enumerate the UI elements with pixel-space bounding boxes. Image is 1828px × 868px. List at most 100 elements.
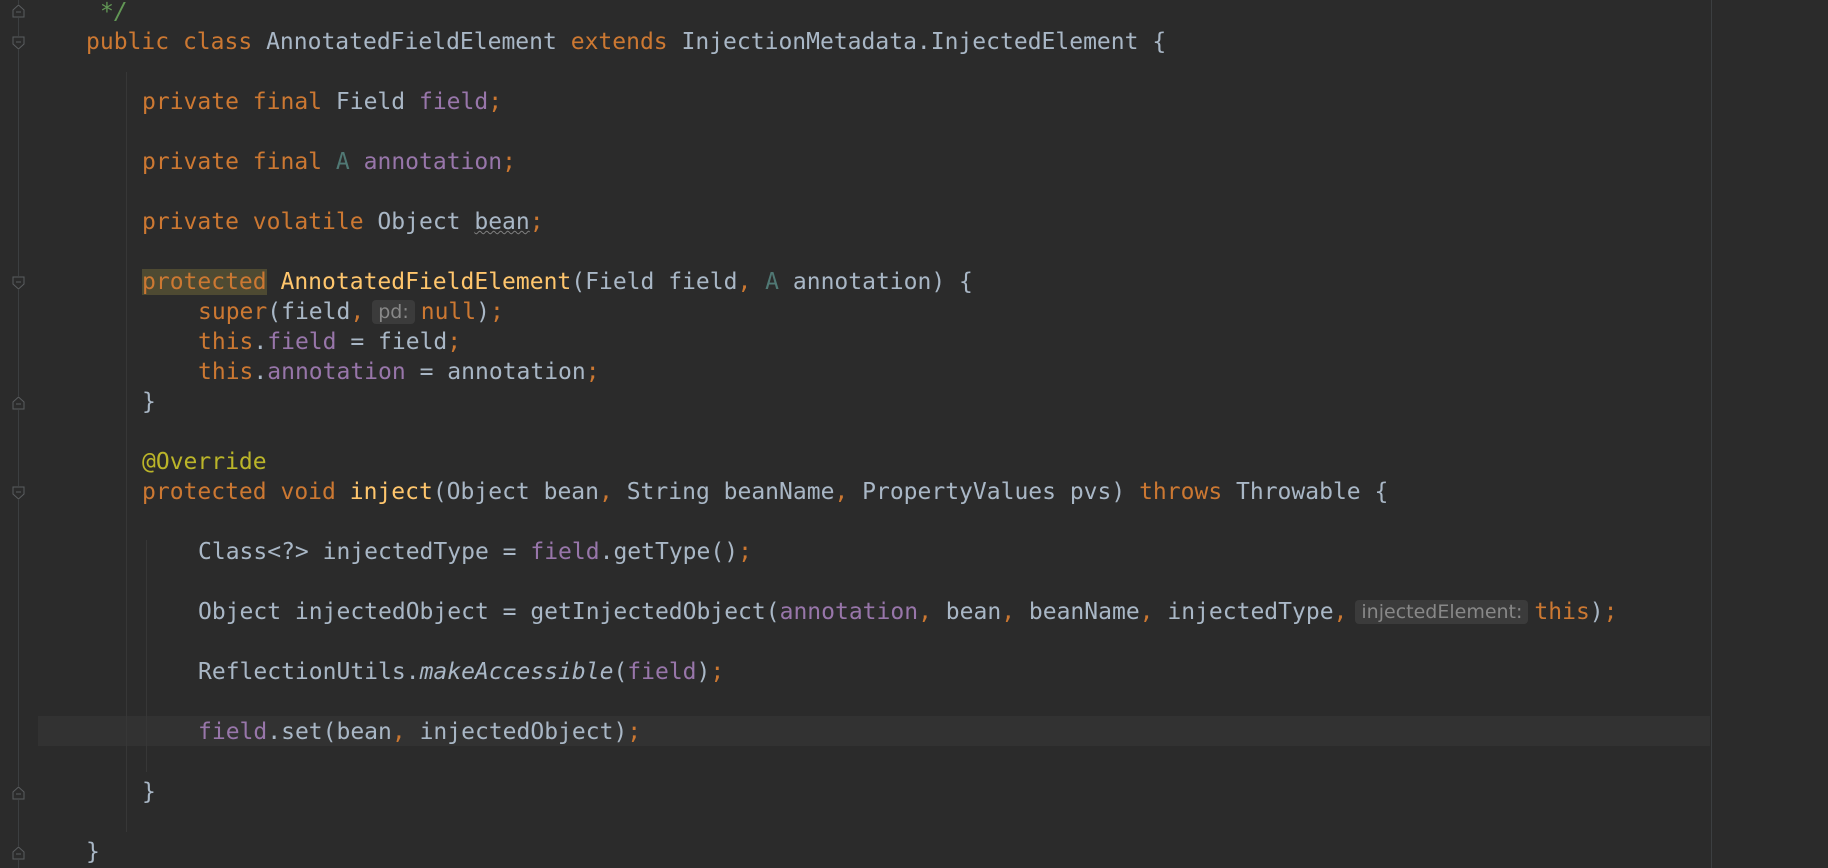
code-token: , bbox=[834, 479, 849, 505]
parameter-hint: pd: bbox=[372, 300, 415, 324]
code-token: , bbox=[737, 269, 752, 295]
code-token: ; bbox=[488, 89, 503, 115]
code-token: . bbox=[253, 329, 268, 355]
code-token: this bbox=[198, 329, 254, 355]
code-token: volatile bbox=[252, 209, 364, 235]
code-token: Throwable { bbox=[1222, 479, 1389, 505]
code-token: null bbox=[420, 299, 477, 325]
code-token: , bbox=[1001, 599, 1016, 625]
code-token: InjectionMetadata.InjectedElement { bbox=[681, 29, 1167, 55]
code-token: ; bbox=[489, 299, 504, 325]
code-token: Object injectedObject = getInjectedObjec… bbox=[198, 599, 780, 625]
line-field-set: field.set(bean, injectedObject); bbox=[198, 717, 641, 747]
code-token: final bbox=[252, 149, 323, 175]
code-token: field bbox=[418, 89, 489, 115]
code-token: ; bbox=[447, 329, 462, 355]
parameter-hint: injectedElement: bbox=[1355, 600, 1529, 624]
code-token: } bbox=[142, 779, 156, 805]
line-comment-end: */ bbox=[100, 0, 128, 27]
line-injected-object: Object injectedObject = getInjectedObjec… bbox=[198, 597, 1618, 627]
fold-start-icon[interactable] bbox=[12, 486, 25, 500]
line-make-accessible: ReflectionUtils.makeAccessible(field); bbox=[198, 657, 724, 687]
line-field-bean: private volatile Object bean; bbox=[142, 207, 544, 237]
fold-end-icon[interactable] bbox=[12, 846, 25, 860]
code-token: ) bbox=[476, 299, 490, 325]
code-token: protected bbox=[142, 269, 267, 295]
code-token: , bbox=[391, 719, 406, 745]
line-super-call: super(field, pd: null); bbox=[198, 297, 504, 327]
code-token: ; bbox=[710, 659, 725, 685]
code-token: final bbox=[252, 89, 323, 115]
code-token: annotation bbox=[363, 149, 503, 175]
code-token: beanName bbox=[1015, 599, 1140, 625]
fold-start-icon[interactable] bbox=[12, 276, 25, 290]
fold-end-icon[interactable] bbox=[12, 786, 25, 800]
fold-start-icon[interactable] bbox=[12, 36, 25, 50]
code-token: (Field field bbox=[571, 269, 738, 295]
code-token: , bbox=[350, 299, 365, 325]
code-token: ; bbox=[529, 209, 544, 235]
code-token: , bbox=[1333, 599, 1348, 625]
code-token: Field bbox=[322, 89, 419, 115]
code-token: Object bbox=[363, 209, 475, 235]
code-token: super bbox=[198, 299, 268, 325]
code-token: = field bbox=[336, 329, 448, 355]
code-token: } bbox=[86, 839, 100, 865]
code-area[interactable]: */ public class AnnotatedFieldElement ex… bbox=[0, 0, 1710, 868]
code-token: ) bbox=[1589, 599, 1604, 625]
line-constructor-decl: protected AnnotatedFieldElement(Field fi… bbox=[142, 267, 973, 297]
code-token: protected bbox=[142, 479, 267, 505]
right-margin-guide bbox=[1711, 0, 1712, 868]
code-token: annotation bbox=[267, 359, 406, 385]
code-token: AnnotatedFieldElement bbox=[280, 269, 572, 295]
code-token: ) bbox=[696, 659, 711, 685]
line-field-annotation: private final A annotation; bbox=[142, 147, 516, 177]
code-editor[interactable]: */ public class AnnotatedFieldElement ex… bbox=[0, 0, 1828, 868]
code-token: ; bbox=[585, 359, 600, 385]
code-token: injectedType bbox=[1153, 599, 1334, 625]
line-class-decl: public class AnnotatedFieldElement exten… bbox=[86, 27, 1166, 57]
code-token: private bbox=[142, 149, 239, 175]
code-token: ; bbox=[502, 149, 516, 175]
code-token: annotation bbox=[779, 599, 919, 625]
code-token: field bbox=[267, 329, 337, 355]
line-inject-close: } bbox=[142, 777, 156, 807]
code-token: public bbox=[86, 29, 170, 55]
code-token: .getType() bbox=[599, 539, 739, 565]
code-token: (field bbox=[267, 299, 351, 325]
code-token: field bbox=[198, 719, 268, 745]
fold-end-icon[interactable] bbox=[12, 4, 25, 18]
line-this-annotation: this.annotation = annotation; bbox=[198, 357, 600, 387]
code-token: class bbox=[182, 29, 253, 55]
code-token: private bbox=[142, 89, 239, 115]
code-token: extends bbox=[570, 29, 668, 55]
code-token: . bbox=[253, 359, 268, 385]
code-token: annotation) { bbox=[779, 269, 973, 295]
code-token: String beanName bbox=[612, 479, 835, 505]
code-token: AnnotatedFieldElement bbox=[266, 29, 557, 55]
code-token: = annotation bbox=[405, 359, 586, 385]
fold-end-icon[interactable] bbox=[12, 396, 25, 410]
code-token: makeAccessible bbox=[419, 659, 614, 685]
code-token: , bbox=[1139, 599, 1154, 625]
code-token: inject bbox=[349, 479, 433, 505]
line-field-field: private final Field field; bbox=[142, 87, 502, 117]
code-token: .set(bean bbox=[267, 719, 392, 745]
line-constructor-close: } bbox=[142, 387, 156, 417]
code-token: @Override bbox=[142, 449, 267, 475]
code-token: ( bbox=[613, 659, 628, 685]
line-inject-decl: protected void inject(Object bean, Strin… bbox=[142, 477, 1388, 507]
line-injected-type: Class<?> injectedType = field.getType(); bbox=[198, 537, 752, 567]
code-token: ; bbox=[627, 719, 642, 745]
line-this-field: this.field = field; bbox=[198, 327, 461, 357]
code-token: void bbox=[280, 479, 336, 505]
code-token: bean bbox=[931, 599, 1002, 625]
code-token: bean bbox=[474, 209, 530, 235]
